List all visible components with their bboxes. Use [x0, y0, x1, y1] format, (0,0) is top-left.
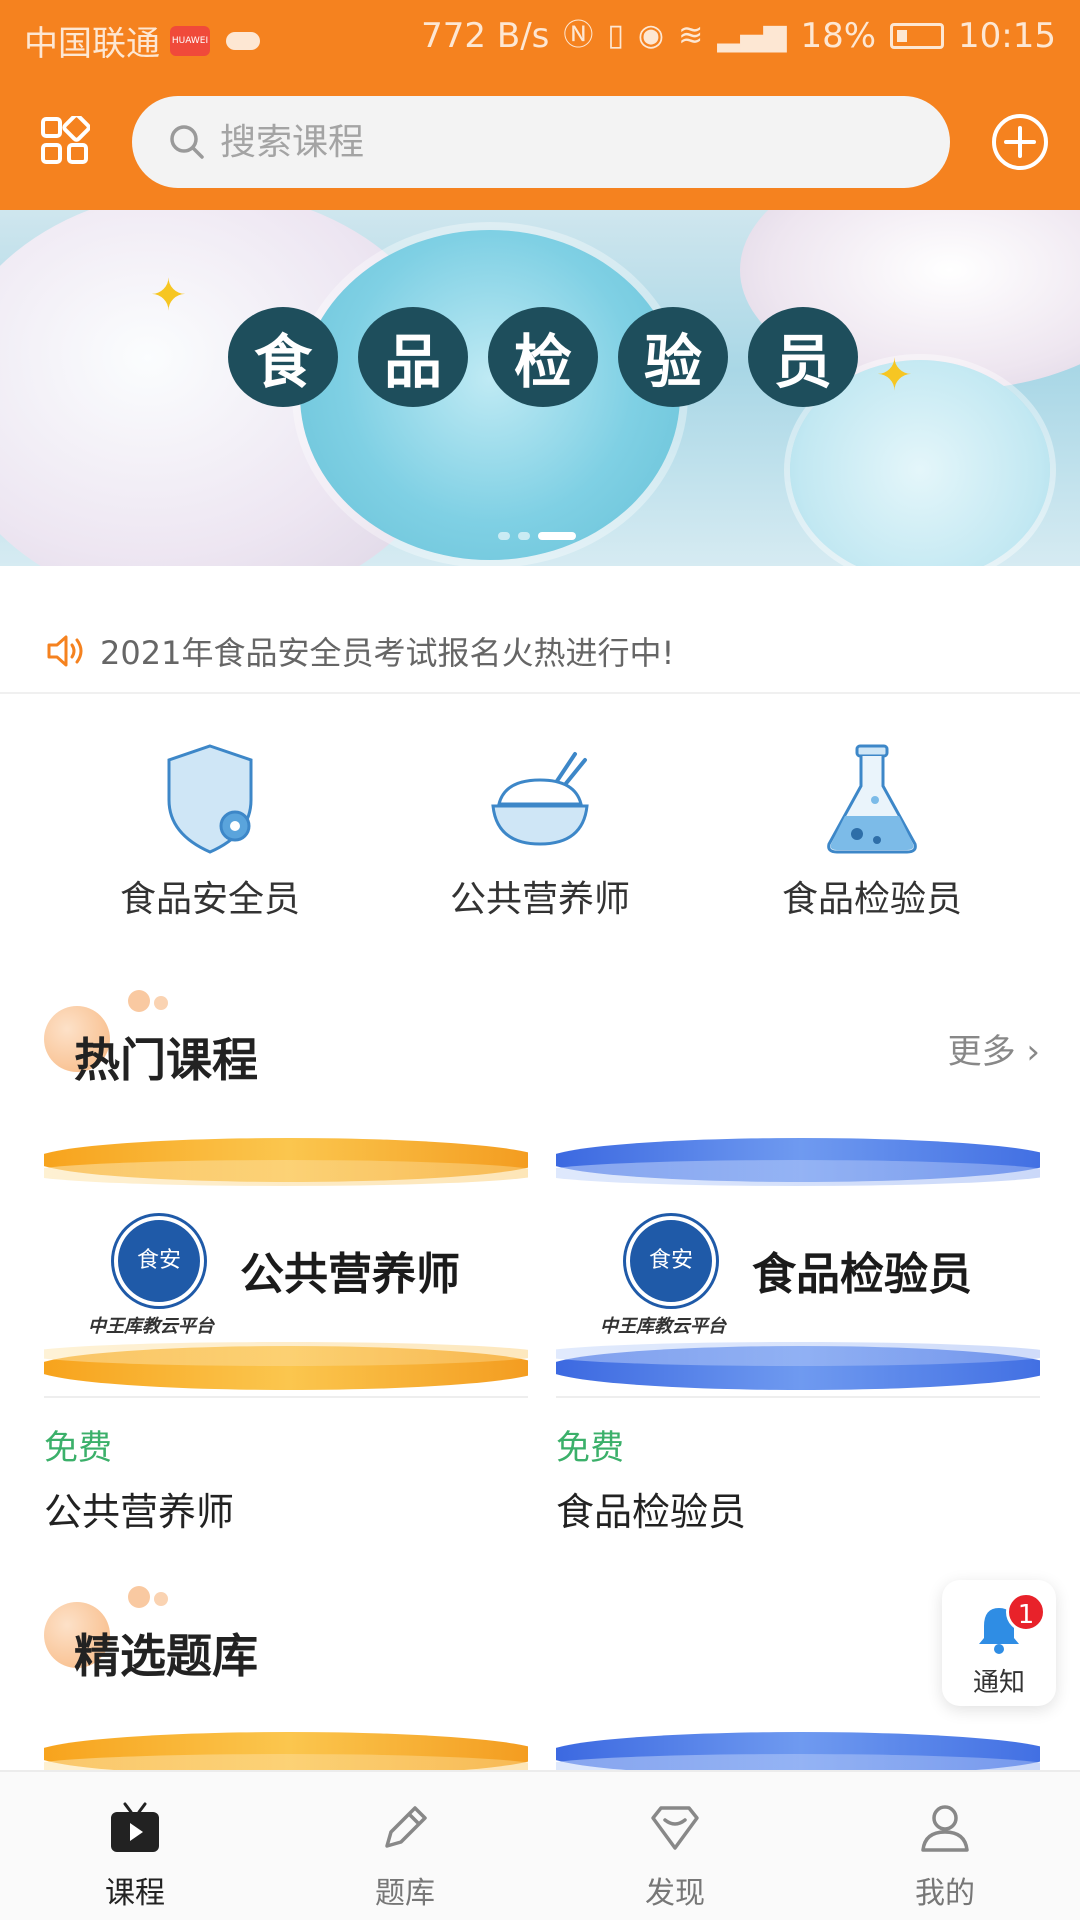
- user-icon: [921, 1805, 969, 1852]
- tab-label: 我的: [915, 1876, 975, 1911]
- rice-bowl-icon: [491, 752, 589, 846]
- tab-label: 课程: [105, 1876, 165, 1911]
- category-nutritionist[interactable]: 公共营养师: [390, 740, 690, 922]
- bottom-tab-bar: 课程 题库 发现 我的: [0, 1770, 1080, 1920]
- banner-title-char: 品: [358, 307, 468, 407]
- course-name: 食品检验员: [556, 1490, 747, 1534]
- network-speed: 772 B/s: [421, 16, 550, 56]
- search-bar[interactable]: [132, 96, 950, 188]
- category-food-inspector[interactable]: 食品检验员: [722, 740, 1022, 922]
- question-bank-card[interactable]: [556, 1722, 1040, 1770]
- tab-discover[interactable]: 发现: [540, 1772, 810, 1920]
- tv-play-icon: [111, 1802, 159, 1852]
- thumbnail-title: 食品检验员: [752, 1249, 972, 1300]
- announcement-bar[interactable]: 2021年食品安全员考试报名火热进行中!: [0, 610, 1080, 694]
- carousel-indicator[interactable]: [498, 532, 576, 540]
- category-label: 食品检验员: [781, 879, 962, 920]
- category-food-safety[interactable]: 食品安全员: [60, 740, 360, 922]
- search-input[interactable]: [220, 121, 820, 163]
- battery-percent: 18%: [800, 16, 877, 56]
- section-title: 热门课程: [74, 1033, 258, 1087]
- chevron-right-icon: ›: [1026, 1032, 1040, 1072]
- diamond-icon: [651, 1806, 699, 1850]
- battery-icon: [890, 23, 945, 49]
- notification-button[interactable]: 1 通知: [942, 1580, 1056, 1706]
- course-card[interactable]: 食安 中王库教云平台 公共营养师 免费 公共营养师: [44, 1128, 528, 1536]
- course-card[interactable]: 食安 中王库教云平台 食品检验员 免费 食品检验员: [556, 1128, 1040, 1536]
- course-thumbnail: 食安 中王库教云平台 食品检验员: [556, 1128, 1040, 1398]
- course-price: 免费: [44, 1428, 112, 1468]
- speaker-icon: [47, 635, 83, 667]
- course-price: 免费: [556, 1428, 624, 1468]
- nfc-icon: Ⓝ: [563, 18, 594, 53]
- notification-badge: 1: [1006, 1592, 1046, 1632]
- eye-icon: ◉: [637, 18, 665, 53]
- food-safety-logo: 食安: [626, 1216, 716, 1306]
- thumbnail-title: 公共营养师: [240, 1249, 460, 1300]
- status-bar: 中国联通 HUAWEI 772 B/s Ⓝ ▯ ◉ ≋ ▂▄▆ 18% 10:1…: [0, 0, 1080, 76]
- category-label: 食品安全员: [119, 879, 300, 920]
- notification-label: 通知: [972, 1668, 1025, 1698]
- banner-title-char: 验: [618, 307, 728, 407]
- bank-thumbnail: [44, 1722, 528, 1770]
- category-grid-icon[interactable]: [40, 116, 90, 166]
- carousel-dot[interactable]: [518, 532, 530, 540]
- tab-label: 发现: [645, 1876, 705, 1911]
- top-header: [0, 76, 1080, 210]
- tab-courses[interactable]: 课程: [0, 1772, 270, 1920]
- tab-question-bank[interactable]: 题库: [270, 1772, 540, 1920]
- clock: 10:15: [958, 16, 1056, 56]
- banner-title-char: 检: [488, 307, 598, 407]
- banner-title-char: 食: [228, 307, 338, 407]
- pencil-icon: [385, 1806, 427, 1848]
- banner-title-char: 员: [748, 307, 858, 407]
- sparkle-icon: ✦: [150, 270, 187, 321]
- cloud-icon: [226, 31, 260, 50]
- food-safety-logo: 食安: [114, 1216, 204, 1306]
- tab-label: 题库: [375, 1876, 435, 1911]
- bank-thumbnail: [556, 1722, 1040, 1770]
- vibrate-icon: ▯: [607, 18, 624, 53]
- shield-gear-icon: [167, 744, 253, 854]
- question-bank-header: 精选题库: [44, 1580, 258, 1686]
- search-icon: [170, 125, 204, 159]
- announcement-text: 2021年食品安全员考试报名火热进行中!: [100, 634, 675, 672]
- add-icon[interactable]: [990, 112, 1050, 172]
- tab-profile[interactable]: 我的: [810, 1772, 1080, 1920]
- carousel-dot[interactable]: [498, 532, 510, 540]
- category-label: 公共营养师: [449, 879, 630, 920]
- signal-icon: ▂▄▆: [717, 18, 787, 53]
- category-shortcuts: 食品安全员 公共营养师 食品检验员: [0, 740, 1080, 940]
- question-bank-card[interactable]: [44, 1722, 528, 1770]
- course-thumbnail: 食安 中王库教云平台 公共营养师: [44, 1128, 528, 1398]
- platform-name: 中王库教云平台: [600, 1316, 726, 1337]
- platform-name: 中王库教云平台: [88, 1316, 214, 1337]
- promo-banner[interactable]: ✦ ✦ 食 品 检 验 员: [0, 210, 1080, 566]
- carousel-dot-active[interactable]: [538, 532, 576, 540]
- section-title: 精选题库: [74, 1629, 258, 1683]
- wifi-icon: ≋: [678, 18, 704, 53]
- flask-icon: [827, 744, 917, 854]
- course-name: 公共营养师: [44, 1490, 235, 1534]
- more-label: 更多: [947, 1032, 1016, 1072]
- hot-courses-header: 热门课程: [44, 984, 258, 1090]
- more-link[interactable]: 更多 ›: [948, 1024, 1040, 1073]
- huawei-app-icon: HUAWEI: [170, 25, 210, 56]
- carrier-label: 中国联通: [24, 24, 160, 64]
- banner-title: 食 品 检 验 员: [228, 307, 858, 407]
- sparkle-icon: ✦: [876, 350, 913, 401]
